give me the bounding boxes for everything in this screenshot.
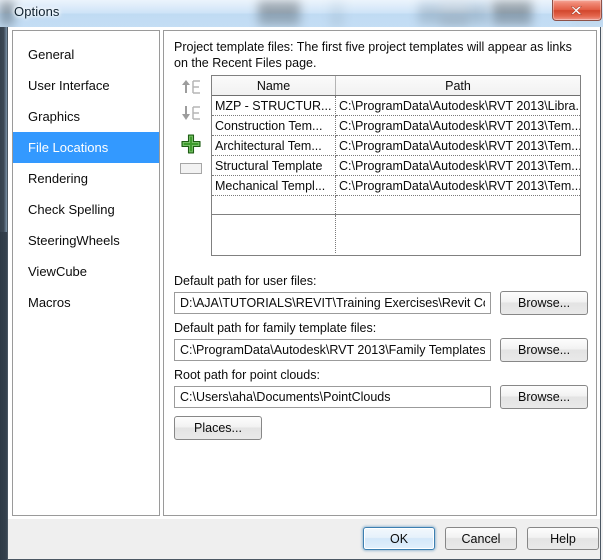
content-area: General User Interface Graphics File Loc… [8,27,600,519]
table-toolbar [174,76,208,174]
table-row[interactable]: Structural Template C:\ProgramData\Autod… [212,155,580,176]
sidebar-item-viewcube[interactable]: ViewCube [13,256,159,287]
project-templates-table[interactable]: Name Path MZP - STRUCTUR... C:\ProgramDa… [211,75,581,215]
sidebar-item-label: SteeringWheels [28,233,120,248]
dialog-footer: OK Cancel Help [8,519,600,558]
table-row[interactable]: Architectural Tem... C:\ProgramData\Auto… [212,135,580,156]
move-down-icon [182,106,200,120]
help-button[interactable]: Help [527,527,599,550]
ok-button[interactable]: OK [363,527,435,550]
file-locations-panel: Project template files: The first five p… [163,30,597,516]
browse-family-template-button[interactable]: Browse... [500,338,588,362]
title-bar: Options [0,0,603,27]
cell-path[interactable]: C:\ProgramData\Autodesk\RVT 2013\Tem... [335,155,580,176]
sidebar-item-rendering[interactable]: Rendering [13,163,159,194]
sidebar-item-label: Macros [28,295,71,310]
cell-path[interactable]: C:\ProgramData\Autodesk\RVT 2013\Tem... [335,115,580,136]
family-template-path-label: Default path for family template files: [174,321,377,335]
options-category-list[interactable]: General User Interface Graphics File Loc… [12,30,160,516]
sidebar-item-user-interface[interactable]: User Interface [13,70,159,101]
table-empty-area[interactable] [211,215,581,256]
family-template-path-group: Default path for family template files: … [174,321,588,362]
user-files-path-group: Default path for user files: Browse... [174,274,588,315]
column-header-path[interactable]: Path [335,76,580,96]
add-value-button[interactable] [178,133,204,155]
family-template-path-input[interactable] [174,339,492,361]
sidebar-item-label: Rendering [28,171,88,186]
sidebar-item-check-spelling[interactable]: Check Spelling [13,194,159,225]
sidebar-item-label: ViewCube [28,264,88,279]
plus-icon [181,134,201,154]
user-files-path-input[interactable] [174,292,492,314]
options-dialog-window: Options General User Interface Graphics … [0,0,603,560]
dialog-body: General User Interface Graphics File Loc… [7,27,601,560]
sidebar-item-graphics[interactable]: Graphics [13,101,159,132]
cancel-button[interactable]: Cancel [445,527,517,550]
cell-name[interactable]: MZP - STRUCTUR... [212,95,336,116]
sidebar-item-steeringwheels[interactable]: SteeringWheels [13,225,159,256]
panel-description: Project template files: The first five p… [174,40,572,70]
sidebar-item-file-locations[interactable]: File Locations [13,132,159,163]
sidebar-item-general[interactable]: General [13,39,159,70]
titlebar-glass-sheen [0,0,603,27]
point-clouds-path-group: Root path for point clouds: Browse... [174,368,588,409]
table-column-divider [335,215,336,253]
remove-value-button[interactable] [180,163,202,174]
sidebar-item-label: User Interface [28,78,110,93]
cell-name[interactable] [212,195,336,214]
user-files-path-label: Default path for user files: [174,274,317,288]
cell-name[interactable]: Construction Tem... [212,115,336,136]
cell-path[interactable]: C:\ProgramData\Autodesk\RVT 2013\Tem... [335,175,580,196]
column-header-name[interactable]: Name [212,76,336,96]
window-title: Options [14,4,60,19]
point-clouds-path-input[interactable] [174,386,492,408]
sidebar-item-macros[interactable]: Macros [13,287,159,318]
sidebar-item-label: General [28,47,75,62]
close-icon [570,5,582,15]
places-button[interactable]: Places... [174,416,262,440]
sidebar-item-label: Check Spelling [28,202,115,217]
table-row[interactable]: Mechanical Templ... C:\ProgramData\Autod… [212,175,580,196]
sidebar-item-label: Graphics [28,109,81,124]
browse-user-files-button[interactable]: Browse... [500,291,588,315]
cell-path[interactable]: C:\ProgramData\Autodesk\RVT 2013\Libra..… [335,95,580,116]
move-down-button[interactable] [178,102,204,124]
cell-name[interactable]: Mechanical Templ... [212,175,336,196]
table-row[interactable]: MZP - STRUCTUR... C:\ProgramData\Autodes… [212,95,580,116]
cell-path[interactable]: C:\ProgramData\Autodesk\RVT 2013\Tem... [335,135,580,156]
table-row-empty[interactable] [212,195,580,214]
close-button[interactable] [552,0,602,21]
table-header-row: Name Path [212,76,580,96]
point-clouds-path-label: Root path for point clouds: [174,368,320,382]
browse-point-clouds-button[interactable]: Browse... [500,385,588,409]
cell-name[interactable]: Architectural Tem... [212,135,336,156]
move-up-icon [182,80,200,94]
sidebar-item-label: File Locations [28,140,109,155]
table-row[interactable]: Construction Tem... C:\ProgramData\Autod… [212,115,580,136]
cell-path[interactable] [335,195,580,214]
cell-name[interactable]: Structural Template [212,155,336,176]
move-up-button[interactable] [178,76,204,98]
